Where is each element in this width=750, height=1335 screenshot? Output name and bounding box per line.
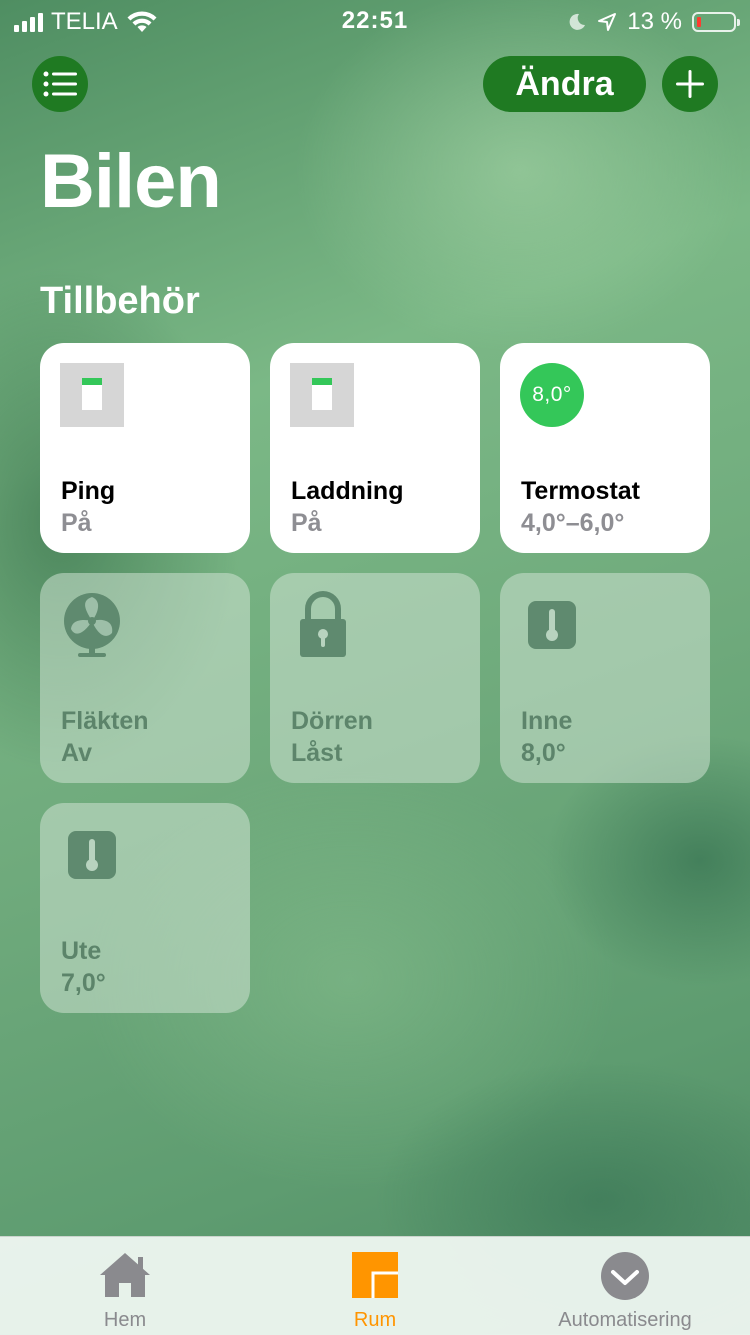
- accessory-name: Inne: [521, 707, 573, 735]
- accessory-name: Fläkten: [61, 707, 149, 735]
- tab-hem[interactable]: Hem: [0, 1237, 250, 1335]
- accessory-name: Dörren: [291, 707, 373, 735]
- accessory-tile-flakten[interactable]: Fläkten Av: [40, 573, 250, 783]
- thermometer-icon: [528, 601, 576, 649]
- switch-icon: [290, 363, 354, 427]
- do-not-disturb-moon-icon: [569, 13, 586, 30]
- accessory-tile-ute[interactable]: Ute 7,0°: [40, 803, 250, 1013]
- accessory-state: 8,0°: [521, 739, 566, 767]
- battery-icon: [692, 12, 740, 32]
- accessory-state: 7,0°: [61, 969, 106, 997]
- tab-rum[interactable]: Rum: [250, 1237, 500, 1335]
- accessory-name: Laddning: [291, 477, 404, 505]
- menu-button[interactable]: [32, 56, 88, 112]
- page-title: Bilen: [40, 139, 222, 224]
- status-bar: TELIA 22:51 13 %: [0, 0, 750, 40]
- tab-automatisering[interactable]: Automatisering: [500, 1237, 750, 1335]
- tab-label: Automatisering: [558, 1309, 692, 1331]
- accessory-name: Termostat: [521, 477, 641, 505]
- tab-label: Rum: [353, 1309, 397, 1331]
- accessory-state: På: [61, 509, 92, 537]
- house-icon: [100, 1253, 150, 1297]
- accessory-tile-inne[interactable]: Inne 8,0°: [500, 573, 710, 783]
- fan-icon: [64, 593, 120, 657]
- accessory-name: Ute: [61, 937, 102, 965]
- section-title: Tillbehör: [40, 280, 200, 322]
- thermometer-icon: [68, 831, 116, 879]
- thermostat-badge: 8,0°: [520, 363, 584, 427]
- accessory-state: Av: [61, 739, 93, 767]
- add-button[interactable]: [662, 56, 718, 112]
- edit-button[interactable]: Ändra: [483, 56, 646, 112]
- list-icon: [43, 71, 77, 97]
- accessory-tile-laddning[interactable]: Laddning På: [270, 343, 480, 553]
- switch-icon: [60, 363, 124, 427]
- accessory-tile-dorren[interactable]: Dörren Låst: [270, 573, 480, 783]
- tab-label: Hem: [103, 1309, 147, 1331]
- battery-percentage: 13 %: [627, 8, 682, 35]
- accessory-name: Ping: [61, 477, 116, 505]
- accessory-state: På: [291, 509, 322, 537]
- tab-bar: Hem Rum Automatisering: [0, 1236, 750, 1335]
- location-arrow-icon: [598, 13, 617, 31]
- accessory-state: 4,0°–6,0°: [521, 509, 625, 537]
- clock-check-icon: [601, 1252, 649, 1300]
- accessory-tile-ping[interactable]: Ping På: [40, 343, 250, 553]
- rooms-icon: [352, 1252, 398, 1298]
- plus-icon: [676, 70, 704, 98]
- lock-icon: [300, 591, 346, 657]
- accessory-tile-termostat[interactable]: 8,0° Termostat 4,0°–6,0°: [500, 343, 710, 553]
- status-right: 13 %: [567, 8, 740, 36]
- accessory-state: Låst: [291, 739, 343, 767]
